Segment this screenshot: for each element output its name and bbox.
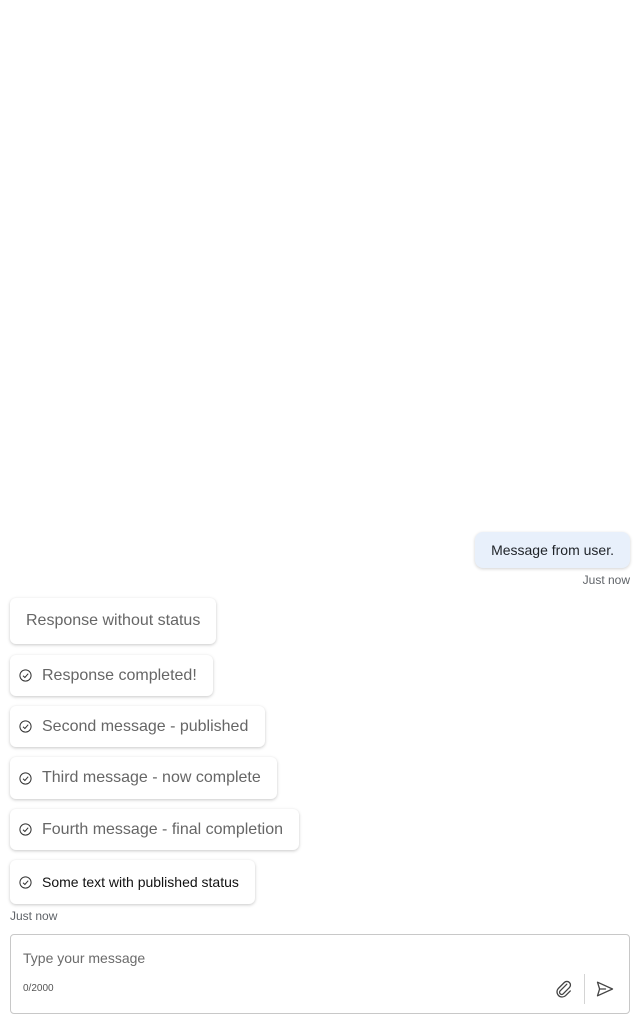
bot-message-text: Fourth message - final completion — [42, 820, 283, 838]
message-input[interactable] — [23, 949, 543, 967]
check-circle-icon — [19, 875, 32, 889]
bot-message-bubble: Third message - now complete — [10, 757, 277, 799]
paperclip-icon — [556, 980, 572, 998]
character-counter: 0/2000 — [23, 983, 54, 994]
bot-message-bubble: Response without status — [10, 598, 217, 644]
send-button[interactable] — [595, 979, 615, 999]
bot-message-text: Some text with published status — [42, 874, 239, 890]
attach-button[interactable] — [554, 979, 574, 999]
user-message-bubble: Message from user. — [475, 532, 630, 568]
user-message-text: Message from user. — [491, 542, 614, 558]
check-circle-icon — [19, 823, 32, 836]
bot-message-timestamp: Just now — [10, 909, 58, 923]
check-circle-icon — [19, 720, 32, 733]
bot-message-bubble: Second message - published — [10, 706, 266, 747]
bot-message-bubble: Some text with published status — [10, 860, 255, 904]
message-list: Message from user. Just now Response wit… — [0, 0, 640, 926]
check-circle-icon — [19, 669, 32, 682]
composer-divider — [584, 974, 585, 1004]
message-composer: 0/2000 — [10, 934, 630, 1014]
chat-app: Message from user. Just now Response wit… — [0, 0, 640, 1024]
user-message-timestamp: Just now — [582, 573, 630, 587]
bot-message-bubble: Fourth message - final completion — [10, 809, 299, 850]
bot-message-text: Response completed! — [42, 666, 197, 684]
send-icon — [596, 981, 614, 997]
bot-message-text: Response without status — [26, 612, 201, 629]
bot-message-bubble: Response completed! — [10, 655, 213, 696]
check-circle-icon — [19, 771, 32, 785]
bot-message-text: Second message - published — [42, 717, 249, 735]
bot-message-text: Third message - now complete — [42, 769, 261, 786]
